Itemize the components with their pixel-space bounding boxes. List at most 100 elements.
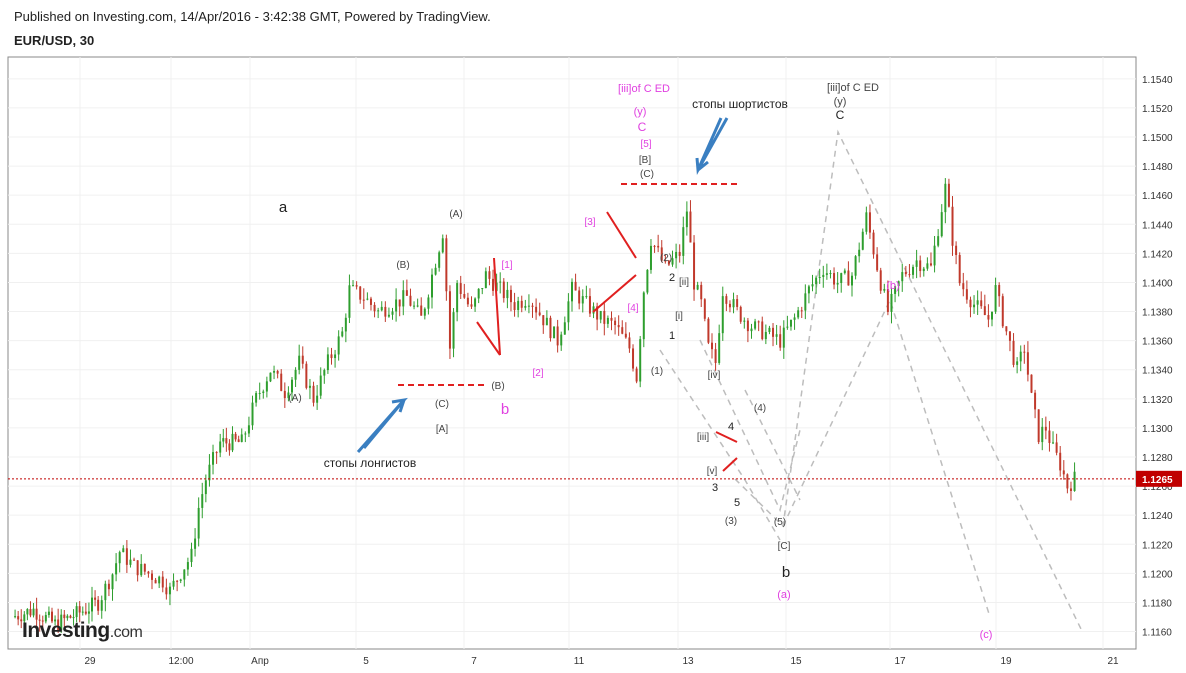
wave-label: 4 — [728, 421, 734, 433]
wave-label: стопы лонгистов — [324, 456, 416, 470]
candle-body — [294, 369, 297, 380]
candle-body — [1059, 452, 1062, 471]
x-tick-label: 21 — [1107, 656, 1119, 667]
candle-body — [366, 298, 369, 300]
candle-body — [700, 284, 703, 300]
candle-body — [639, 339, 642, 382]
y-tick-label: 1.1540 — [1142, 75, 1173, 86]
wave-label: (C) — [435, 399, 449, 410]
candle-body — [854, 256, 857, 276]
candle-body — [258, 392, 261, 394]
candle-body — [603, 310, 606, 324]
wave-label: [4] — [627, 303, 638, 314]
y-tick-label: 1.1400 — [1142, 278, 1173, 289]
candle-body — [761, 321, 764, 340]
candle-body — [556, 326, 559, 346]
candle-body — [883, 288, 886, 291]
candle-body — [384, 306, 387, 317]
candle-body — [29, 609, 32, 616]
candle-body — [994, 285, 997, 312]
candle-body — [438, 252, 441, 268]
candle-body — [567, 301, 570, 323]
candle-body — [786, 326, 789, 328]
candle-body — [161, 576, 164, 588]
candle-body — [344, 317, 347, 332]
candle-body — [721, 296, 724, 334]
candle-body — [524, 305, 527, 308]
candle-body — [499, 281, 502, 283]
candle-body — [319, 375, 322, 396]
candle-body — [904, 272, 907, 275]
candle-body — [352, 285, 355, 287]
candle-body — [75, 606, 78, 618]
price-chart[interactable]: a (A) (B) (C) [A] (A) [1] (B) b [2] [3] [4] [iii]of … — [0, 0, 1186, 673]
y-tick-label: 1.1360 — [1142, 337, 1173, 348]
candle-body — [17, 616, 20, 620]
candle-body — [922, 268, 925, 272]
wave-label: (3) — [725, 516, 737, 527]
candle-body — [197, 507, 200, 539]
candle-body — [980, 300, 983, 307]
candle-body — [879, 270, 882, 291]
candle-body — [509, 289, 512, 303]
candle-body — [728, 303, 731, 308]
candle-body — [807, 286, 810, 294]
candle-body — [958, 254, 961, 284]
candle-body — [165, 587, 168, 595]
candle-body — [764, 331, 767, 340]
candle-body — [305, 363, 308, 388]
candle-body — [63, 614, 66, 619]
candle-body — [452, 312, 455, 349]
candle-body — [825, 273, 828, 275]
candle-body — [1030, 374, 1033, 393]
current-price-label: 1.1265 — [1142, 475, 1173, 486]
y-tick-label: 1.1300 — [1142, 424, 1173, 435]
candle-body — [283, 390, 286, 399]
candle-body — [362, 299, 365, 301]
candle-body — [976, 300, 979, 305]
candle-body — [693, 242, 696, 290]
candle-body — [276, 370, 279, 374]
candle-body — [718, 333, 721, 363]
candle-body — [323, 370, 326, 376]
candle-body — [1062, 470, 1065, 475]
candle-body — [646, 269, 649, 293]
candle-body — [736, 299, 739, 307]
x-tick-label: 12:00 — [168, 656, 193, 667]
candle-body — [423, 308, 426, 316]
candle-body — [1044, 426, 1047, 431]
y-tick-label: 1.1380 — [1142, 308, 1173, 319]
candle-body — [492, 278, 495, 291]
candle-body — [409, 295, 412, 306]
candle-body — [890, 293, 893, 312]
candle-body — [789, 319, 792, 327]
candle-body — [136, 560, 139, 576]
candle-body — [991, 311, 993, 320]
candle-body — [1012, 340, 1015, 365]
candle-body — [359, 286, 362, 300]
candle-body — [398, 299, 401, 307]
candle-body — [675, 251, 678, 259]
candle-body — [32, 608, 35, 616]
candle-body — [843, 270, 846, 274]
wave-label: [iii]of C ED — [827, 82, 879, 94]
wave-label: (c) — [980, 629, 993, 641]
candle-body — [1055, 442, 1058, 453]
wave-label: (2) — [660, 253, 672, 264]
wave-label: b — [782, 564, 790, 581]
candle-body — [987, 315, 990, 320]
candle-body — [538, 312, 541, 316]
wave-label: b — [501, 401, 509, 418]
wave-label: (a) — [777, 589, 790, 601]
y-tick-label: 1.1460 — [1142, 191, 1173, 202]
candle-body — [610, 317, 613, 321]
candle-body — [682, 227, 685, 256]
candle-body — [111, 574, 114, 590]
candle-body — [696, 284, 699, 290]
candle-body — [1073, 471, 1076, 491]
candle-body — [369, 298, 372, 305]
wave-label: [B] — [639, 155, 651, 166]
wave-label: (B) — [396, 260, 409, 271]
x-tick-label: Апр — [251, 656, 269, 667]
candle-body — [574, 281, 577, 291]
